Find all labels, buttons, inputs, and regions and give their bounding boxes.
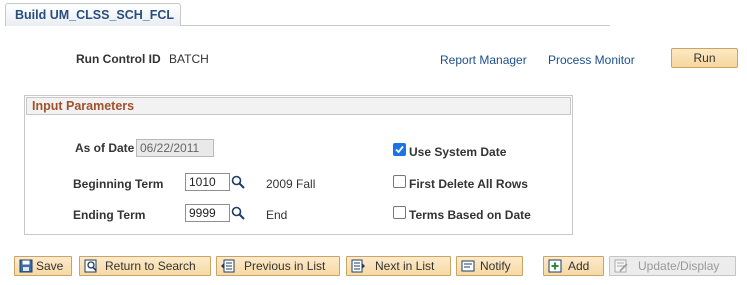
previous-in-list-button[interactable]: Previous in List (216, 256, 340, 276)
report-manager-link[interactable]: Report Manager (440, 53, 527, 67)
terms-based-on-date-label: Terms Based on Date (409, 208, 531, 222)
add-button[interactable]: Add (543, 256, 604, 276)
terms-based-on-date-checkbox[interactable] (393, 206, 406, 219)
run-control-id-label: Run Control ID (76, 52, 161, 66)
run-control-id-value: BATCH (169, 52, 209, 66)
use-system-date-label: Use System Date (409, 145, 507, 159)
return-to-search-icon (84, 259, 98, 273)
notify-button[interactable]: Notify (456, 256, 523, 276)
ending-term-label: Ending Term (73, 208, 146, 222)
previous-in-list-icon (221, 259, 235, 273)
next-in-list-button[interactable]: Next in List (346, 256, 451, 276)
ending-term-description: End (266, 208, 288, 222)
as-of-date-label: As of Date (75, 141, 135, 155)
as-of-date-field: 06/22/2011 (136, 139, 214, 157)
update-display-button[interactable]: Update/Display (609, 256, 736, 276)
return-to-search-button[interactable]: Return to Search (79, 256, 211, 276)
first-delete-all-rows-label: First Delete All Rows (409, 177, 528, 191)
update-display-icon (614, 259, 628, 273)
save-icon (19, 259, 33, 273)
use-system-date-checkbox[interactable] (393, 143, 406, 156)
notify-icon (461, 259, 475, 273)
beginning-term-description: 2009 Fall (266, 177, 316, 191)
save-button[interactable]: Save (14, 256, 72, 276)
add-icon (548, 259, 562, 273)
process-monitor-link[interactable]: Process Monitor (548, 53, 635, 67)
tab-divider (181, 25, 610, 26)
next-in-list-icon (351, 259, 365, 273)
search-icon[interactable] (231, 175, 245, 189)
beginning-term-label: Beginning Term (73, 177, 164, 191)
run-button[interactable]: Run (671, 48, 738, 68)
page-tab[interactable]: Build UM_CLSS_SCH_FCL (5, 3, 181, 26)
input-parameters-title: Input Parameters (26, 97, 571, 115)
search-icon[interactable] (231, 206, 245, 220)
ending-term-input[interactable]: 9999 (185, 204, 230, 222)
beginning-term-input[interactable]: 1010 (185, 173, 230, 191)
first-delete-all-rows-checkbox[interactable] (393, 175, 406, 188)
